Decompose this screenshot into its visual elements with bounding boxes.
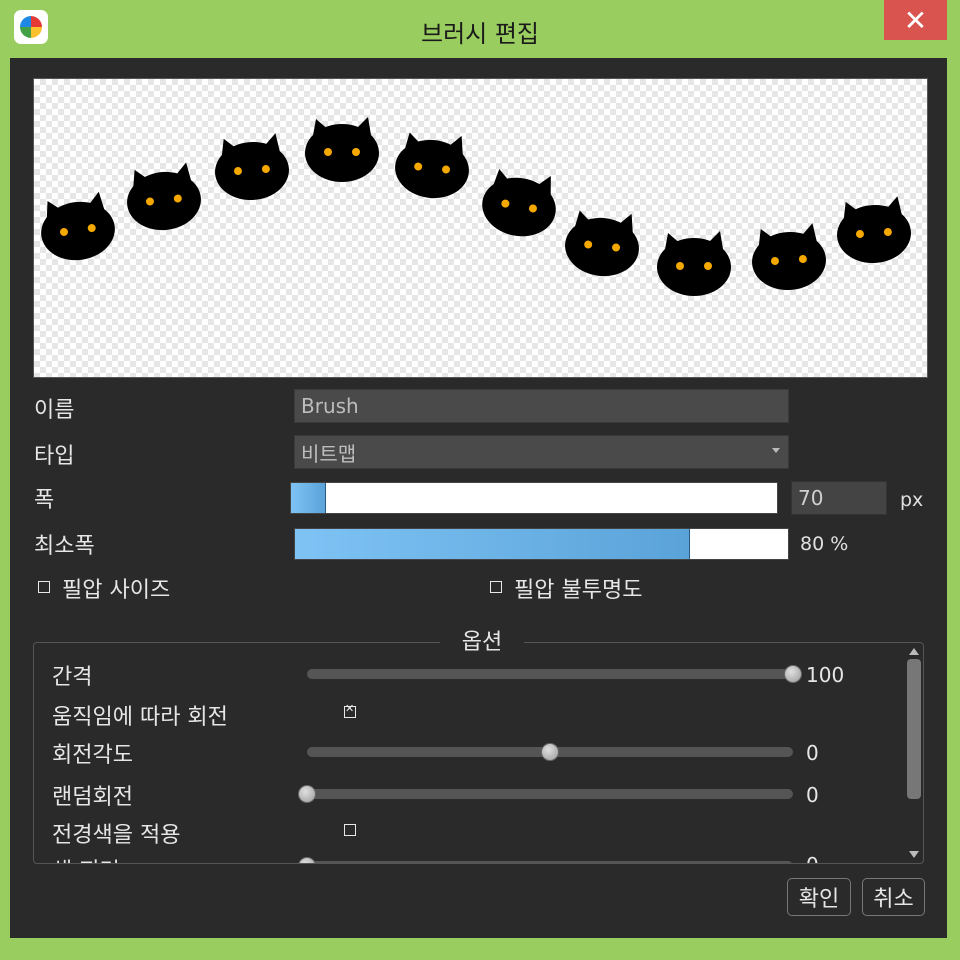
ok-button-label: 확인 [798, 887, 840, 912]
cat-stamp [482, 169, 556, 237]
brush-preview [33, 78, 928, 378]
name-label: 이름 [34, 398, 75, 423]
cancel-button[interactable]: 취소 [862, 878, 925, 916]
type-select[interactable]: 비트맵 [294, 435, 789, 469]
random-rotation-label: 랜덤회전 [52, 785, 133, 810]
close-button[interactable]: ✕ [884, 0, 947, 40]
width-input-value: 70 [798, 486, 824, 510]
name-input-value: Brush [301, 394, 359, 418]
random-rotation-slider[interactable] [307, 789, 793, 799]
options-scrollbar[interactable] [906, 645, 922, 861]
rotation-angle-value: 0 [806, 741, 819, 765]
cat-stamp [395, 132, 469, 199]
random-rotation-slider-knob[interactable] [298, 785, 316, 803]
width-unit: px [900, 489, 924, 511]
apply-fg-color-label: 전경색을 적용 [52, 823, 181, 848]
spacing-value: 100 [806, 663, 845, 687]
cat-stamp [127, 162, 201, 231]
min-width-value: 80 % [800, 533, 849, 555]
ok-button[interactable]: 확인 [787, 878, 851, 916]
partial-option-slider-knob[interactable] [298, 857, 316, 863]
cat-stamp [837, 196, 911, 264]
type-label: 타입 [34, 444, 75, 469]
name-input[interactable]: Brush [294, 389, 789, 423]
min-width-slider[interactable] [294, 528, 789, 560]
width-slider[interactable] [290, 482, 778, 514]
spacing-label: 간격 [52, 665, 93, 690]
brush-edit-dialog: 이름 Brush 타입 비트맵 폭 70 px 최소폭 80 % 필압 사이즈 … [10, 58, 947, 938]
cat-stamp [305, 117, 379, 182]
partial-option-value: 0 [806, 853, 819, 863]
scroll-down-icon[interactable] [909, 851, 919, 858]
rotation-angle-label: 회전각도 [52, 743, 133, 768]
rotate-with-movement-checkbox[interactable] [344, 702, 356, 718]
window-title: 브러시 편집 [420, 20, 540, 48]
rotation-angle-slider-knob[interactable] [541, 743, 559, 761]
spacing-slider[interactable] [307, 669, 793, 679]
rotate-with-movement-label: 움직임에 따라 회전 [52, 705, 228, 730]
cancel-button-label: 취소 [873, 887, 914, 912]
pressure-opacity-label: 필압 불투명도 [514, 578, 643, 603]
min-width-slider-fill [295, 529, 691, 559]
close-icon: ✕ [903, 3, 928, 37]
partial-option-slider[interactable] [307, 861, 793, 863]
chevron-down-icon [772, 448, 780, 453]
cat-stamp [41, 191, 115, 261]
pressure-size-checkbox[interactable] [38, 581, 50, 593]
cat-stamp [565, 210, 639, 277]
title-bar: 브러시 편집 ✕ [0, 0, 960, 58]
apply-fg-color-checkbox[interactable] [344, 824, 356, 836]
partial-option-label: 색 지터 [52, 853, 120, 863]
type-select-value: 비트맵 [301, 441, 357, 466]
width-input[interactable]: 70 [791, 481, 887, 515]
options-group: 간격 100 움직임에 따라 회전 회전각도 0 랜덤회전 0 전경색을 적용 … [33, 642, 924, 864]
width-slider-fill [291, 483, 327, 513]
cat-stamp [657, 231, 731, 296]
pressure-size-label: 필압 사이즈 [62, 578, 171, 603]
cat-stamp [215, 133, 289, 201]
pressure-opacity-checkbox[interactable] [490, 581, 502, 593]
scroll-up-icon[interactable] [909, 648, 919, 655]
brush-stroke-preview [41, 117, 911, 296]
spacing-slider-knob[interactable] [784, 665, 802, 683]
cat-stamp [752, 223, 826, 291]
min-width-label: 최소폭 [34, 534, 95, 559]
random-rotation-value: 0 [806, 783, 819, 807]
width-label: 폭 [34, 488, 55, 513]
scrollbar-thumb[interactable] [907, 659, 921, 799]
options-group-title: 옵션 [440, 624, 524, 656]
